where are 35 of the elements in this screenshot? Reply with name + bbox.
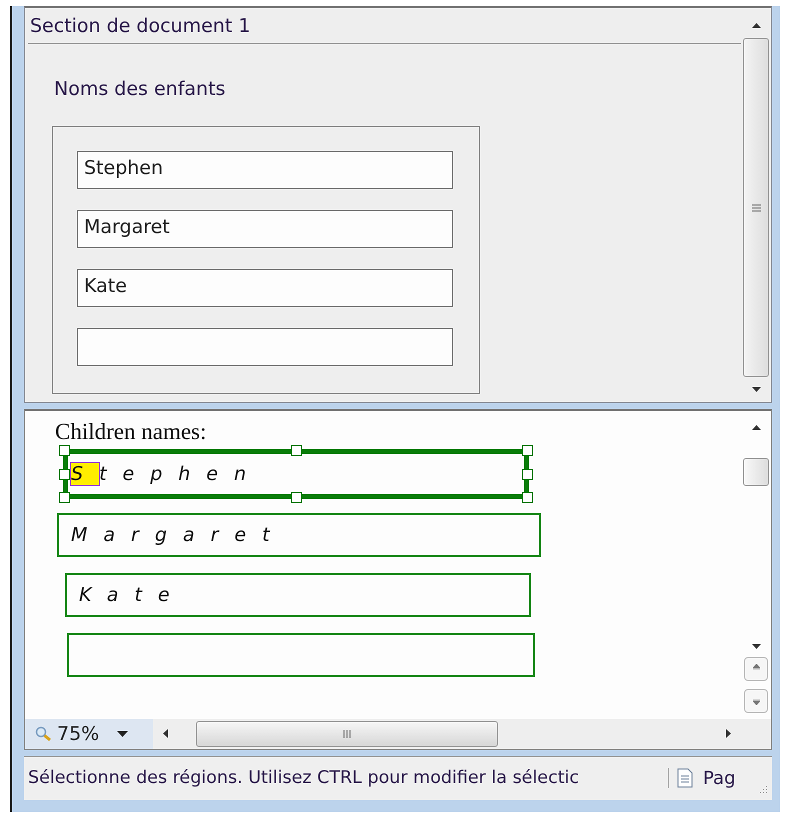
resize-handle[interactable] — [59, 492, 70, 504]
resize-handle[interactable] — [59, 469, 70, 480]
ink-label: Children names: — [55, 419, 208, 446]
status-message: Sélectionne des régions. Utilisez CTRL pour modifier la sélectic — [24, 768, 669, 788]
name-field[interactable]: Kate — [77, 269, 453, 307]
resize-handle[interactable] — [522, 445, 533, 456]
scroll-left-icon[interactable] — [163, 729, 168, 738]
scroll-thumb[interactable] — [743, 38, 769, 378]
scroll-down-icon[interactable] — [752, 644, 760, 649]
name-field[interactable]: Margaret — [77, 210, 453, 248]
grip-icon — [752, 204, 760, 212]
ink-field[interactable] — [67, 633, 535, 678]
resize-handle[interactable] — [291, 492, 302, 504]
page-label: Pag — [703, 768, 736, 789]
scroll-down-icon[interactable] — [752, 387, 760, 392]
page-icon — [677, 768, 693, 788]
name-field[interactable] — [77, 328, 453, 366]
scroll-right-icon[interactable] — [726, 729, 731, 738]
group-label: Noms des enfants — [54, 78, 226, 100]
zoom-dropdown[interactable]: 75% — [25, 718, 153, 749]
dropdown-caret-icon — [117, 730, 128, 737]
scroll-up-icon[interactable] — [752, 425, 760, 430]
resize-handle[interactable] — [522, 492, 533, 504]
name-field[interactable]: Stephen — [77, 151, 453, 189]
scroll-thumb[interactable] — [196, 720, 498, 747]
grip-icon — [342, 730, 352, 738]
section-title: Section de document 1 — [28, 8, 741, 44]
scroll-up-icon[interactable] — [752, 23, 760, 28]
next-page-button[interactable] — [744, 688, 768, 713]
magnifier-icon — [35, 726, 53, 742]
resize-handle[interactable] — [522, 469, 533, 480]
resize-handle[interactable] — [291, 445, 302, 456]
previous-page-button[interactable] — [744, 656, 768, 681]
resize-handle[interactable] — [59, 445, 70, 456]
scroll-thumb[interactable] — [743, 458, 769, 486]
